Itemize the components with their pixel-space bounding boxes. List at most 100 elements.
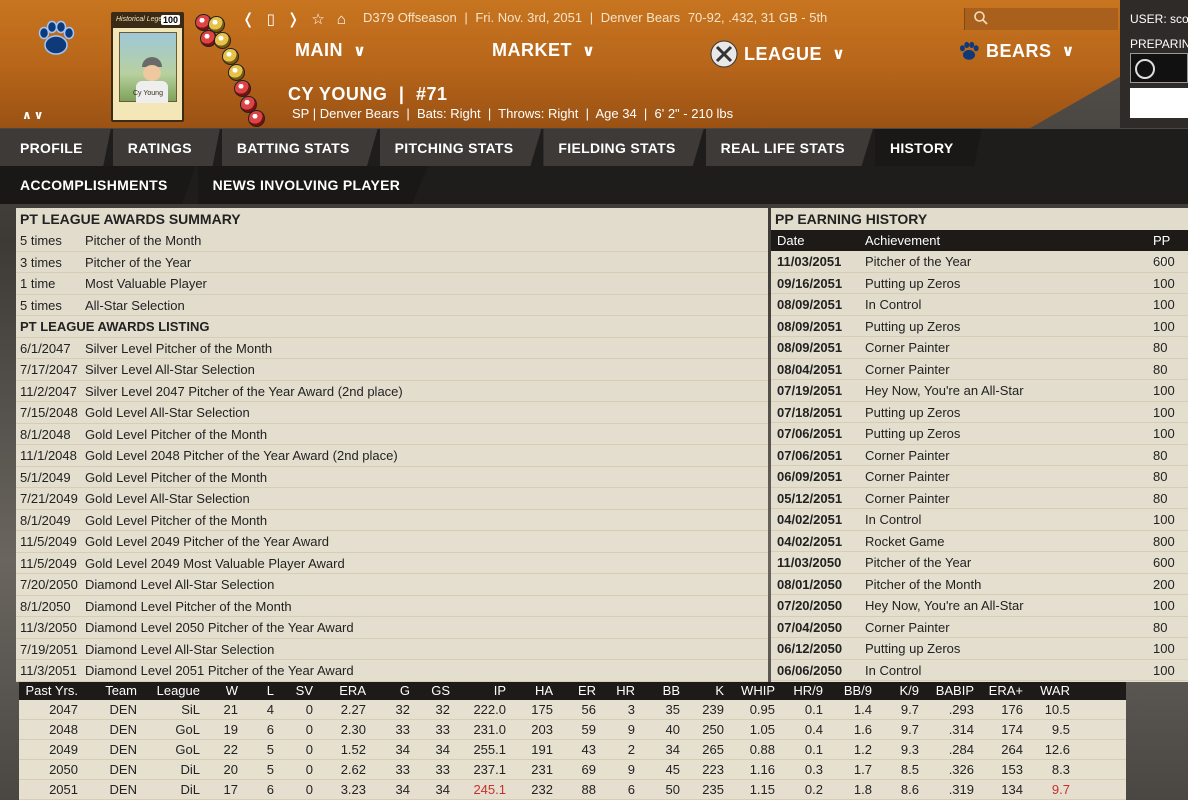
stats-col-header[interactable]: Past Yrs. xyxy=(19,682,78,700)
gauge-icon[interactable] xyxy=(1130,53,1188,83)
stats-col-header[interactable]: ERA xyxy=(313,682,366,700)
stats-cell: 232 xyxy=(531,782,553,797)
stats-col-header[interactable]: Team xyxy=(78,682,137,700)
tab-real-life-stats[interactable]: REAL LIFE STATS xyxy=(705,129,873,167)
stats-col-header[interactable]: K/9 xyxy=(872,682,919,700)
stats-col-header[interactable]: G xyxy=(366,682,410,700)
table-row: 06/12/2050 Putting up Zeros 100 xyxy=(771,638,1188,660)
date-label: Fri. Nov. 3rd, 2051 xyxy=(475,10,583,25)
list-item: 5 times Pitcher of the Month xyxy=(16,230,768,252)
stats-col-header[interactable]: ER xyxy=(553,682,596,700)
collapse-arrows-icon[interactable]: ∧∨ xyxy=(22,108,46,122)
stats-cell: 0.95 xyxy=(749,702,775,717)
stats-col-header[interactable]: HR xyxy=(596,682,635,700)
stats-cell: 0.88 xyxy=(749,742,775,757)
col-pp[interactable]: PP Pa xyxy=(1153,230,1188,269)
stats-cell: 2.62 xyxy=(340,762,366,777)
pp-achievement: In Control xyxy=(865,662,922,678)
stats-cell: 8.6 xyxy=(900,782,919,797)
award-name: Gold Level All-Star Selection xyxy=(85,405,250,420)
stats-cell: 6 xyxy=(627,782,635,797)
pp-value: 80 xyxy=(1153,490,1168,506)
pp-achievement: Corner Painter xyxy=(865,469,950,484)
stats-col-header[interactable]: WAR xyxy=(1023,682,1070,700)
tab-news-involving-player[interactable]: NEWS INVOLVING PLAYER xyxy=(197,166,429,204)
stats-cell: 9 xyxy=(627,722,635,737)
stats-col-header[interactable]: GS xyxy=(410,682,450,700)
forward-arrow-icon[interactable]: ❭ xyxy=(287,10,300,28)
season-label: D379 Offseason xyxy=(363,10,457,25)
stats-col-header[interactable]: HA xyxy=(506,682,553,700)
tab-fielding-stats[interactable]: FIELDING STATS xyxy=(543,129,704,167)
col-achievement[interactable]: Achievement xyxy=(865,230,1153,251)
pp-achievement: Putting up Zeros xyxy=(865,275,961,291)
league-logo-icon xyxy=(710,40,738,68)
user-panel: USER: sco PREPARIN xyxy=(1120,0,1188,128)
menu-main[interactable]: MAIN ∨ xyxy=(295,40,367,61)
table-row: 07/06/2051 Corner Painter 80 xyxy=(771,445,1188,466)
stats-cell: 40 xyxy=(665,722,680,737)
stats-col-header[interactable]: IP xyxy=(450,682,506,700)
star-icon[interactable]: ☆ xyxy=(311,10,324,28)
stats-col-header[interactable]: BB/9 xyxy=(823,682,872,700)
award-name: Gold Level Pitcher of the Month xyxy=(85,512,268,528)
separator: | xyxy=(464,10,468,25)
page-icon[interactable]: ▯ xyxy=(267,10,275,28)
pp-value: 100 xyxy=(1153,297,1175,312)
tab-profile[interactable]: PROFILE xyxy=(0,129,111,167)
tab-history[interactable]: HISTORY xyxy=(874,129,982,167)
tab-pitching-stats[interactable]: PITCHING STATS xyxy=(379,129,542,167)
user-label[interactable]: USER: sco xyxy=(1130,12,1188,26)
pp-value: 100 xyxy=(1153,383,1175,398)
menu-market-label: MARKET xyxy=(492,40,572,60)
table-row: 04/02/2051 In Control 100 xyxy=(771,509,1188,531)
search-input[interactable] xyxy=(964,8,1118,30)
stats-cell: 56 xyxy=(581,702,596,717)
stats-cell: DEN xyxy=(109,762,137,777)
stats-col-header[interactable]: BB xyxy=(635,682,680,700)
stats-col-header[interactable]: K xyxy=(680,682,724,700)
stats-cell: 50 xyxy=(665,782,680,797)
stats-cell: 34 xyxy=(395,782,410,797)
table-row: 07/04/2050 Corner Painter 80 xyxy=(771,617,1188,638)
pp-value: 800 xyxy=(1153,533,1175,549)
tab-accomplishments[interactable]: ACCOMPLISHMENTS xyxy=(0,166,196,204)
stats-col-header[interactable]: BABIP xyxy=(919,682,974,700)
stats-cell: 231 xyxy=(531,762,553,777)
home-icon[interactable]: ⌂ xyxy=(337,11,346,28)
stats-col-header[interactable]: ERA+ xyxy=(974,682,1023,700)
awards-summary-title: PT LEAGUE AWARDS SUMMARY xyxy=(20,211,241,227)
stats-col-header[interactable]: SV xyxy=(274,682,313,700)
stats-col-header[interactable]: WHIP xyxy=(724,682,775,700)
stats-col-header[interactable]: W xyxy=(200,682,238,700)
player-card[interactable]: Historical Legends 100 Cy Young xyxy=(111,12,184,122)
user-widget-box[interactable] xyxy=(1130,88,1188,118)
back-arrow-icon[interactable]: ❬ xyxy=(242,10,255,28)
stats-col-header[interactable]: L xyxy=(238,682,274,700)
team-label[interactable]: Denver Bears xyxy=(601,10,680,25)
menu-market[interactable]: MARKET ∨ xyxy=(492,40,596,61)
tab-ratings[interactable]: RATINGS xyxy=(112,129,220,167)
stats-cell: DEN xyxy=(109,782,137,797)
paw-logo-icon[interactable] xyxy=(36,18,76,58)
tab-batting-stats[interactable]: BATTING STATS xyxy=(221,129,378,167)
chevron-down-icon: ∨ xyxy=(582,42,596,60)
list-item: 8/1/2048 Gold Level Pitcher of the Month xyxy=(16,424,768,445)
stats-cell: 19 xyxy=(223,722,238,737)
stats-cell: 0.4 xyxy=(804,722,823,737)
pp-achievement: Corner Painter xyxy=(865,490,950,506)
stats-col-header[interactable]: League xyxy=(137,682,200,700)
pp-value: 100 xyxy=(1153,426,1175,441)
col-date[interactable]: Date xyxy=(771,230,865,251)
stats-cell: 34 xyxy=(435,782,450,797)
menu-league[interactable]: LEAGUE ∨ xyxy=(710,40,846,68)
award-date: 8/1/2049 xyxy=(20,512,71,528)
table-row: 06/06/2050 In Control 100 xyxy=(771,660,1188,681)
stats-cell: 1.05 xyxy=(749,722,775,737)
menu-bears[interactable]: BEARS ∨ xyxy=(958,40,1075,62)
award-count: 5 times xyxy=(20,297,62,313)
list-item: 11/2/2047 Silver Level 2047 Pitcher of th… xyxy=(16,381,768,402)
stats-col-header[interactable]: HR/9 xyxy=(775,682,823,700)
table-row: 07/19/2051 Hey Now, You're an All-Star 100 xyxy=(771,380,1188,402)
table-row: 11/03/2050 Pitcher of the Year 600 xyxy=(771,552,1188,574)
